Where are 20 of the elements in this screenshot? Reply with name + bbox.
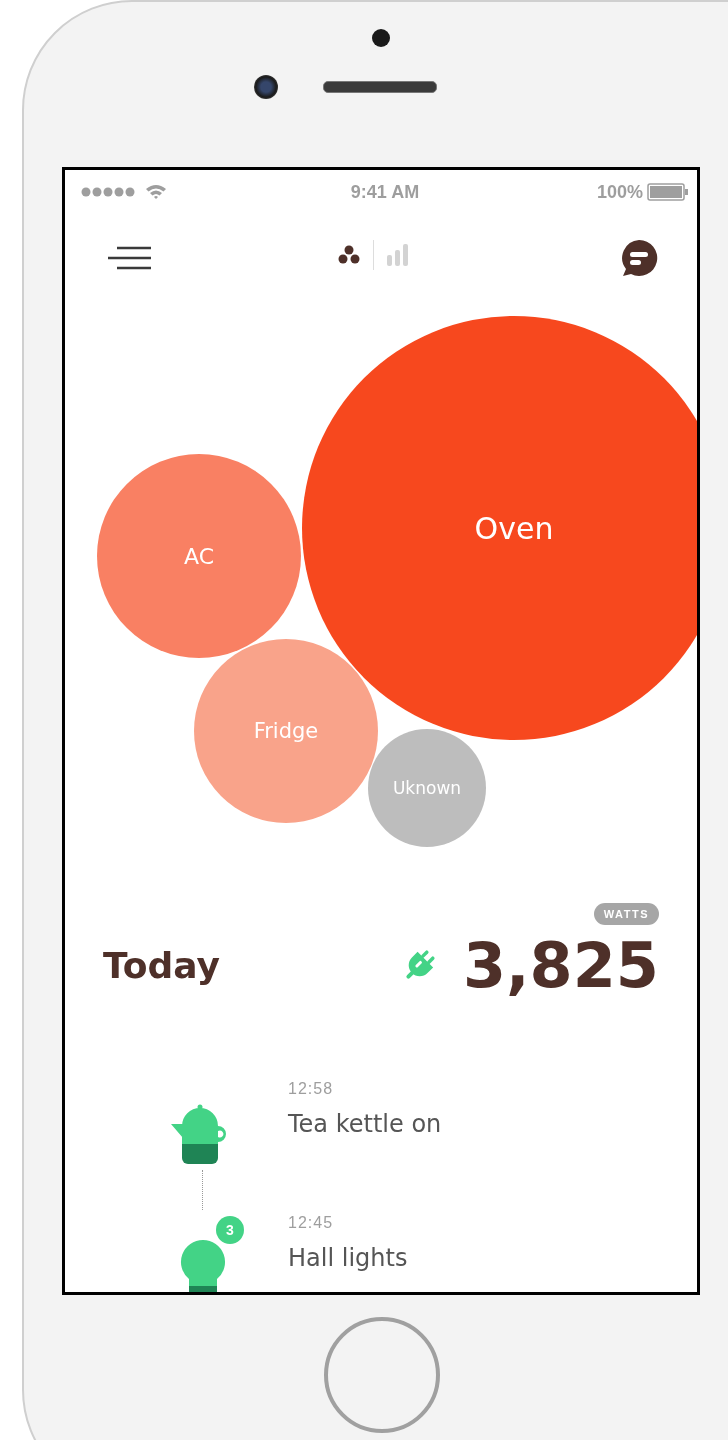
event-time: 12:58	[288, 1080, 334, 1098]
watts-value: 3,825	[462, 929, 659, 1002]
event-time: 12:45	[288, 1214, 334, 1232]
battery-icon	[647, 183, 689, 201]
chat-button[interactable]	[619, 238, 659, 277]
unit-badge: WATTS	[593, 903, 659, 925]
count-badge: 3	[216, 1216, 244, 1244]
usage-bubble[interactable]: Uknown	[368, 729, 486, 847]
battery-percent: 100%	[596, 181, 643, 203]
usage-bubble[interactable]: AC	[97, 454, 301, 658]
menu-button[interactable]	[107, 245, 153, 270]
period-title: Today	[103, 945, 220, 986]
sensor-icon	[372, 29, 390, 47]
event-title: Tea kettle on	[288, 1110, 442, 1138]
light-bulb-icon	[179, 1238, 227, 1292]
camera-icon	[254, 75, 278, 99]
wifi-icon	[145, 184, 167, 200]
status-time: 9:41 AM	[350, 181, 420, 203]
usage-bubble[interactable]: Fridge	[194, 639, 378, 823]
event-title: Hall lights	[288, 1244, 408, 1272]
